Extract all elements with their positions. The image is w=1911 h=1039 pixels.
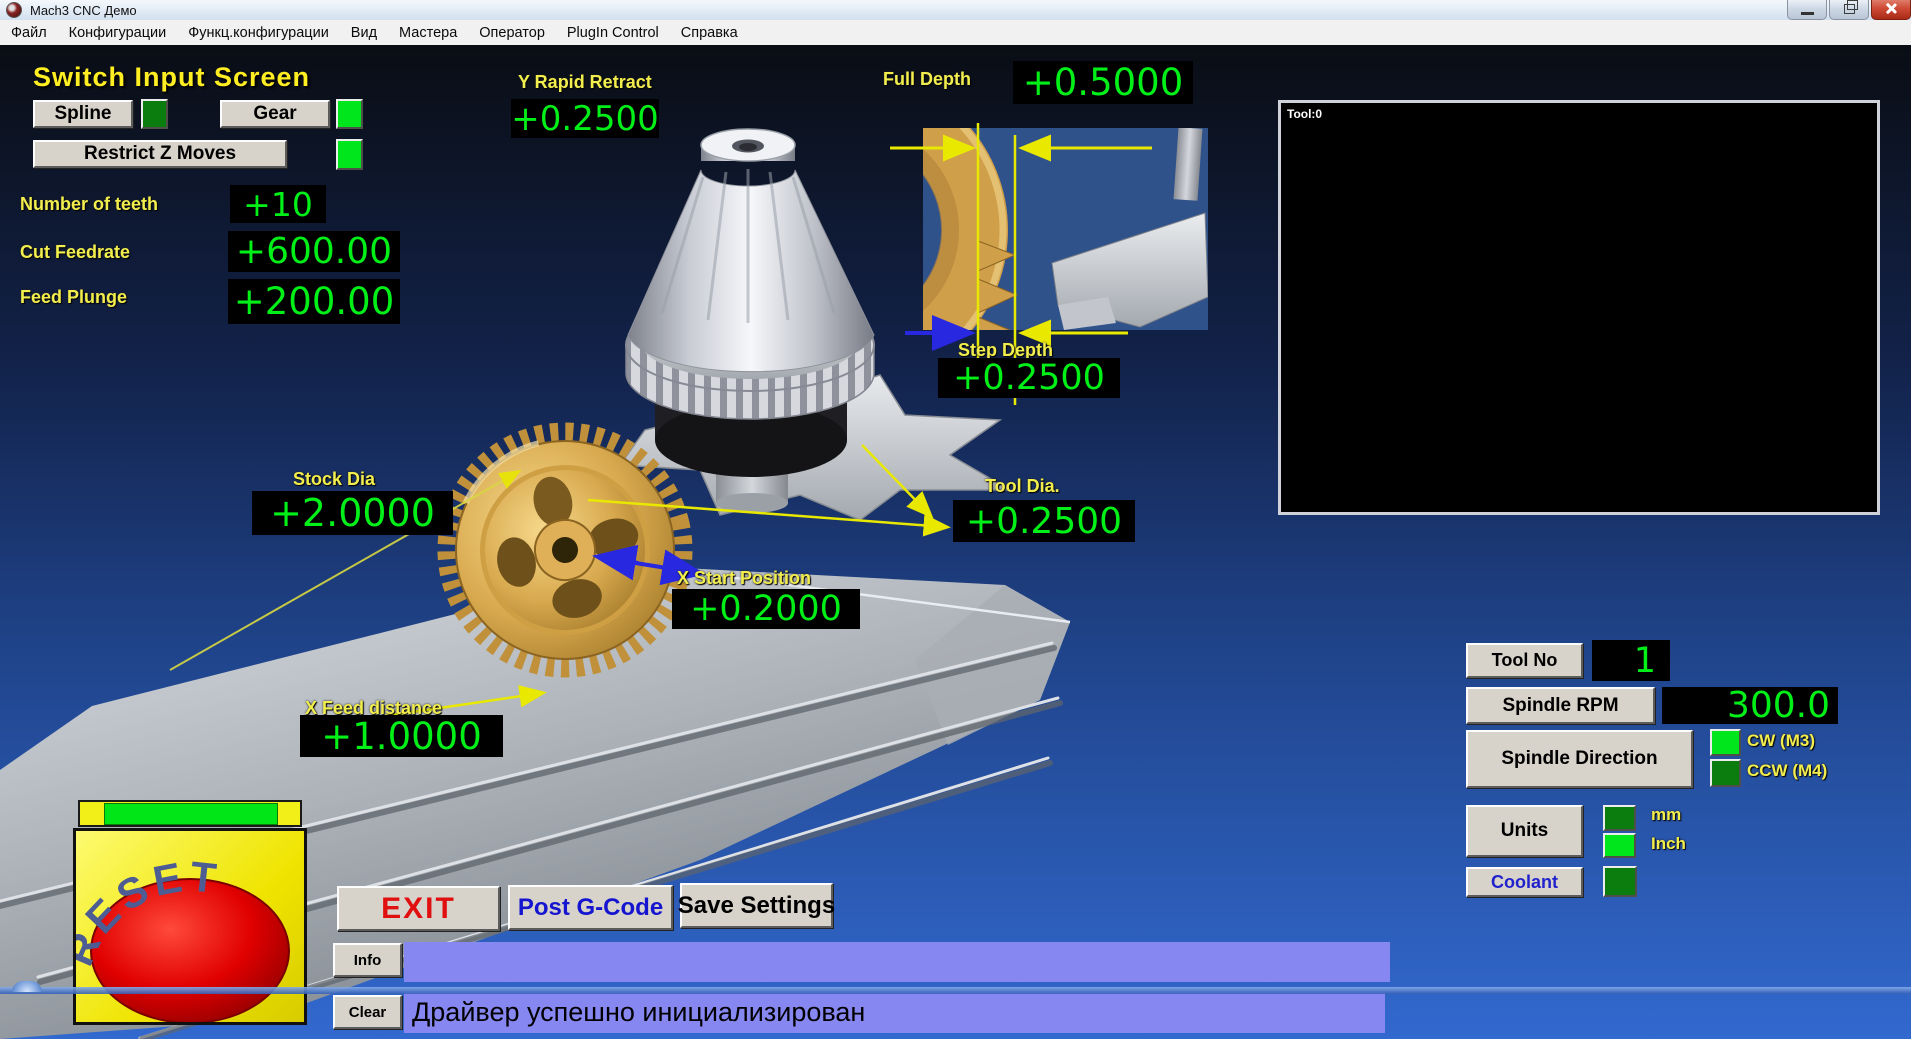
spline-button[interactable]: Spline — [33, 100, 133, 128]
y-rapid-retract-label: Y Rapid Retract — [518, 72, 652, 92]
tool-no-button[interactable]: Tool No — [1466, 643, 1583, 678]
x-start-position-label: X Start Position — [677, 568, 812, 588]
full-depth-dro[interactable]: +0.5000 — [1013, 61, 1193, 104]
page-title: Switch Input Screen — [33, 62, 311, 92]
post-gcode-button[interactable]: Post G-Code — [508, 885, 673, 930]
x-start-position-dro[interactable]: +0.2000 — [672, 589, 860, 629]
restrict-z-moves-button[interactable]: Restrict Z Moves — [33, 140, 287, 168]
menu-wizards[interactable]: Мастера — [388, 25, 468, 41]
tool-dia-label: Tool Dia. — [985, 476, 1060, 496]
status-message: Драйвер успешно инициализирован — [412, 997, 866, 1027]
gear-led[interactable] — [336, 99, 363, 129]
tool-no-dro[interactable]: 1 — [1592, 640, 1670, 681]
units-inch-label: Inch — [1651, 834, 1686, 853]
x-feed-distance-dro[interactable]: +1.0000 — [300, 715, 503, 758]
feed-plunge-label: Feed Plunge — [20, 287, 128, 307]
units-inch-led[interactable] — [1603, 833, 1636, 858]
units-mm-led[interactable] — [1603, 805, 1636, 831]
info-bar — [404, 942, 1390, 982]
reset-button[interactable]: RESET — [73, 828, 307, 1025]
close-button[interactable] — [1871, 0, 1911, 20]
menu-bar: Файл Конфигурации Функц.конфигурации Вид… — [0, 20, 1911, 46]
app-icon — [6, 2, 22, 18]
exit-button[interactable]: EXIT — [337, 886, 500, 931]
toolpath-display[interactable]: Tool:0 — [1278, 100, 1880, 515]
restore-button[interactable] — [1829, 0, 1869, 20]
reset-led-strip — [78, 800, 302, 827]
y-rapid-retract-dro[interactable]: +0.2500 — [511, 99, 659, 139]
number-of-teeth-dro[interactable]: +10 — [230, 185, 326, 224]
menu-view[interactable]: Вид — [340, 25, 388, 41]
minimize-button[interactable] — [1787, 0, 1827, 20]
cut-feedrate-label: Cut Feedrate — [20, 242, 131, 262]
spindle-direction-button[interactable]: Spindle Direction — [1466, 730, 1693, 788]
mach3-window: Mach3 CNC Демо Файл Конфигурации Функц.к… — [0, 0, 1911, 1039]
spindle-rpm-button[interactable]: Spindle RPM — [1466, 687, 1655, 724]
main-area: Switch Input Screen Spline Gear Restrict… — [0, 45, 1911, 1039]
window-title: Mach3 CNC Демо — [30, 2, 137, 18]
spindle-ccw-led[interactable] — [1710, 759, 1741, 787]
menu-operator[interactable]: Оператор — [468, 25, 556, 41]
spindle-rpm-dro[interactable]: 300.0 — [1662, 685, 1838, 726]
gear-button[interactable]: Gear — [220, 100, 330, 128]
title-bar[interactable]: Mach3 CNC Демо — [0, 0, 1911, 21]
menu-file[interactable]: Файл — [0, 25, 58, 41]
spindle-ccw-label: CCW (M4) — [1747, 761, 1828, 780]
clear-button[interactable]: Clear — [333, 995, 402, 1029]
coolant-led[interactable] — [1603, 866, 1637, 897]
full-depth-label: Full Depth — [883, 69, 971, 89]
units-button[interactable]: Units — [1466, 805, 1583, 857]
menu-function-config[interactable]: Функц.конфигурации — [177, 25, 340, 41]
status-message-bar: Драйвер успешно инициализирован — [404, 992, 1385, 1033]
menu-help[interactable]: Справка — [670, 25, 749, 41]
spindle-cw-label: CW (M3) — [1747, 731, 1815, 750]
info-button[interactable]: Info — [333, 943, 402, 977]
coolant-button[interactable]: Coolant — [1466, 867, 1583, 897]
reset-led-green-bar — [104, 803, 278, 825]
units-mm-label: mm — [1651, 805, 1682, 824]
taskbar-edge — [0, 987, 1911, 994]
start-orb[interactable] — [12, 981, 42, 992]
stock-dia-label: Stock Dia — [293, 469, 376, 489]
feed-plunge-dro[interactable]: +200.00 — [228, 279, 400, 324]
restore-icon — [1843, 0, 1858, 14]
save-settings-button[interactable]: Save Settings — [678, 883, 835, 928]
spline-led[interactable] — [141, 99, 168, 129]
minimize-icon — [1800, 12, 1814, 15]
menu-config[interactable]: Конфигурации — [58, 25, 178, 41]
number-of-teeth-label: Number of teeth — [20, 194, 159, 214]
toolpath-tool-label: Tool:0 — [1287, 107, 1323, 121]
menu-plugin-control[interactable]: PlugIn Control — [556, 25, 670, 41]
stock-dia-dro[interactable]: +2.0000 — [252, 491, 453, 535]
step-depth-dro[interactable]: +0.2500 — [938, 358, 1120, 398]
close-icon — [1885, 2, 1898, 15]
spindle-cw-led[interactable] — [1710, 729, 1741, 756]
cut-feedrate-dro[interactable]: +600.00 — [228, 231, 400, 272]
restrict-z-led[interactable] — [336, 139, 363, 170]
tool-dia-dro[interactable]: +0.2500 — [953, 500, 1135, 542]
